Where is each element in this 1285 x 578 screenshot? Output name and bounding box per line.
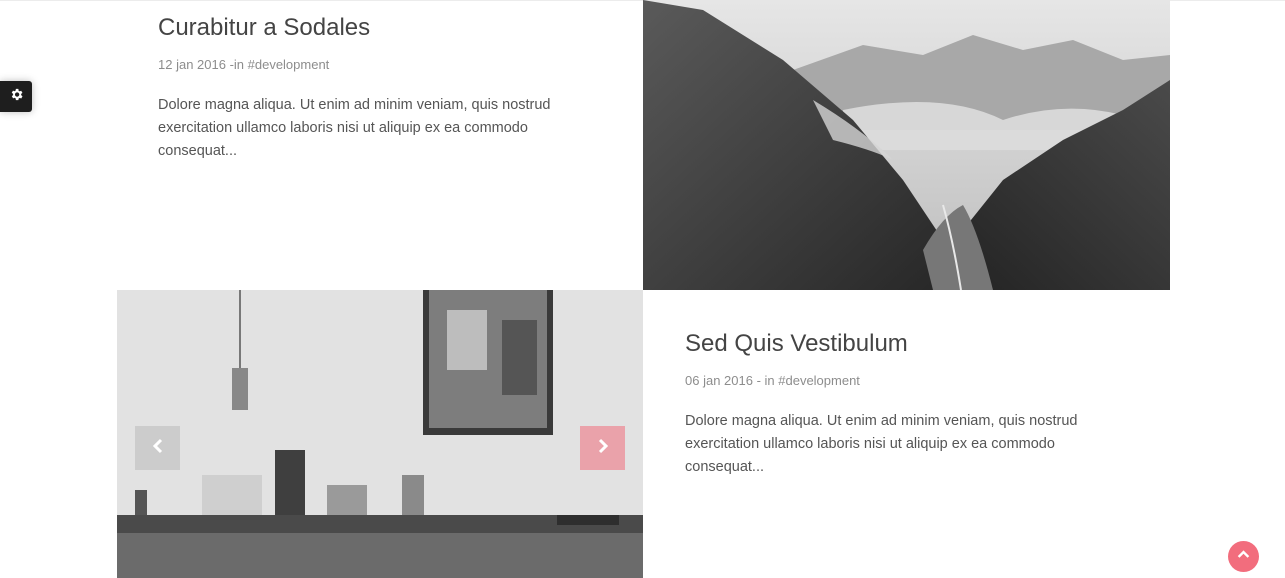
meta-separator: -in [225,56,248,72]
blog-post: Curabitur a Sodales 12 jan 2016 -in #dev… [158,14,568,163]
back-to-top-button[interactable] [1228,541,1259,572]
post-meta: 12 jan 2016 -in #development [158,57,568,72]
post-excerpt: Dolore magna aliqua. Ut enim ad minim ve… [685,412,1078,475]
chevron-left-icon [150,438,166,459]
chevron-up-icon [1237,548,1250,566]
chevron-right-icon [595,438,611,459]
post-meta: 06 jan 2016 - in #development [685,373,1095,388]
slider-next-button[interactable] [580,426,625,470]
post-tag-link[interactable]: #development [778,373,860,388]
slider-prev-button[interactable] [135,426,180,470]
post-image-mountain-valley[interactable] [643,0,1170,290]
post-date: 06 jan 2016 [685,372,753,388]
meta-separator: - in [752,372,779,388]
gear-icon [9,87,24,107]
post-title[interactable]: Curabitur a Sodales [158,14,568,43]
post-title[interactable]: Sed Quis Vestibulum [685,330,1095,359]
post-date: 12 jan 2016 [158,56,226,72]
post-tag-link[interactable]: #development [248,57,330,72]
settings-toggle-button[interactable] [0,81,32,112]
post-image-kitchen-counter[interactable] [117,290,643,578]
blog-post: Sed Quis Vestibulum 06 jan 2016 - in #de… [685,330,1095,479]
post-excerpt: Dolore magna aliqua. Ut enim ad minim ve… [158,96,551,159]
